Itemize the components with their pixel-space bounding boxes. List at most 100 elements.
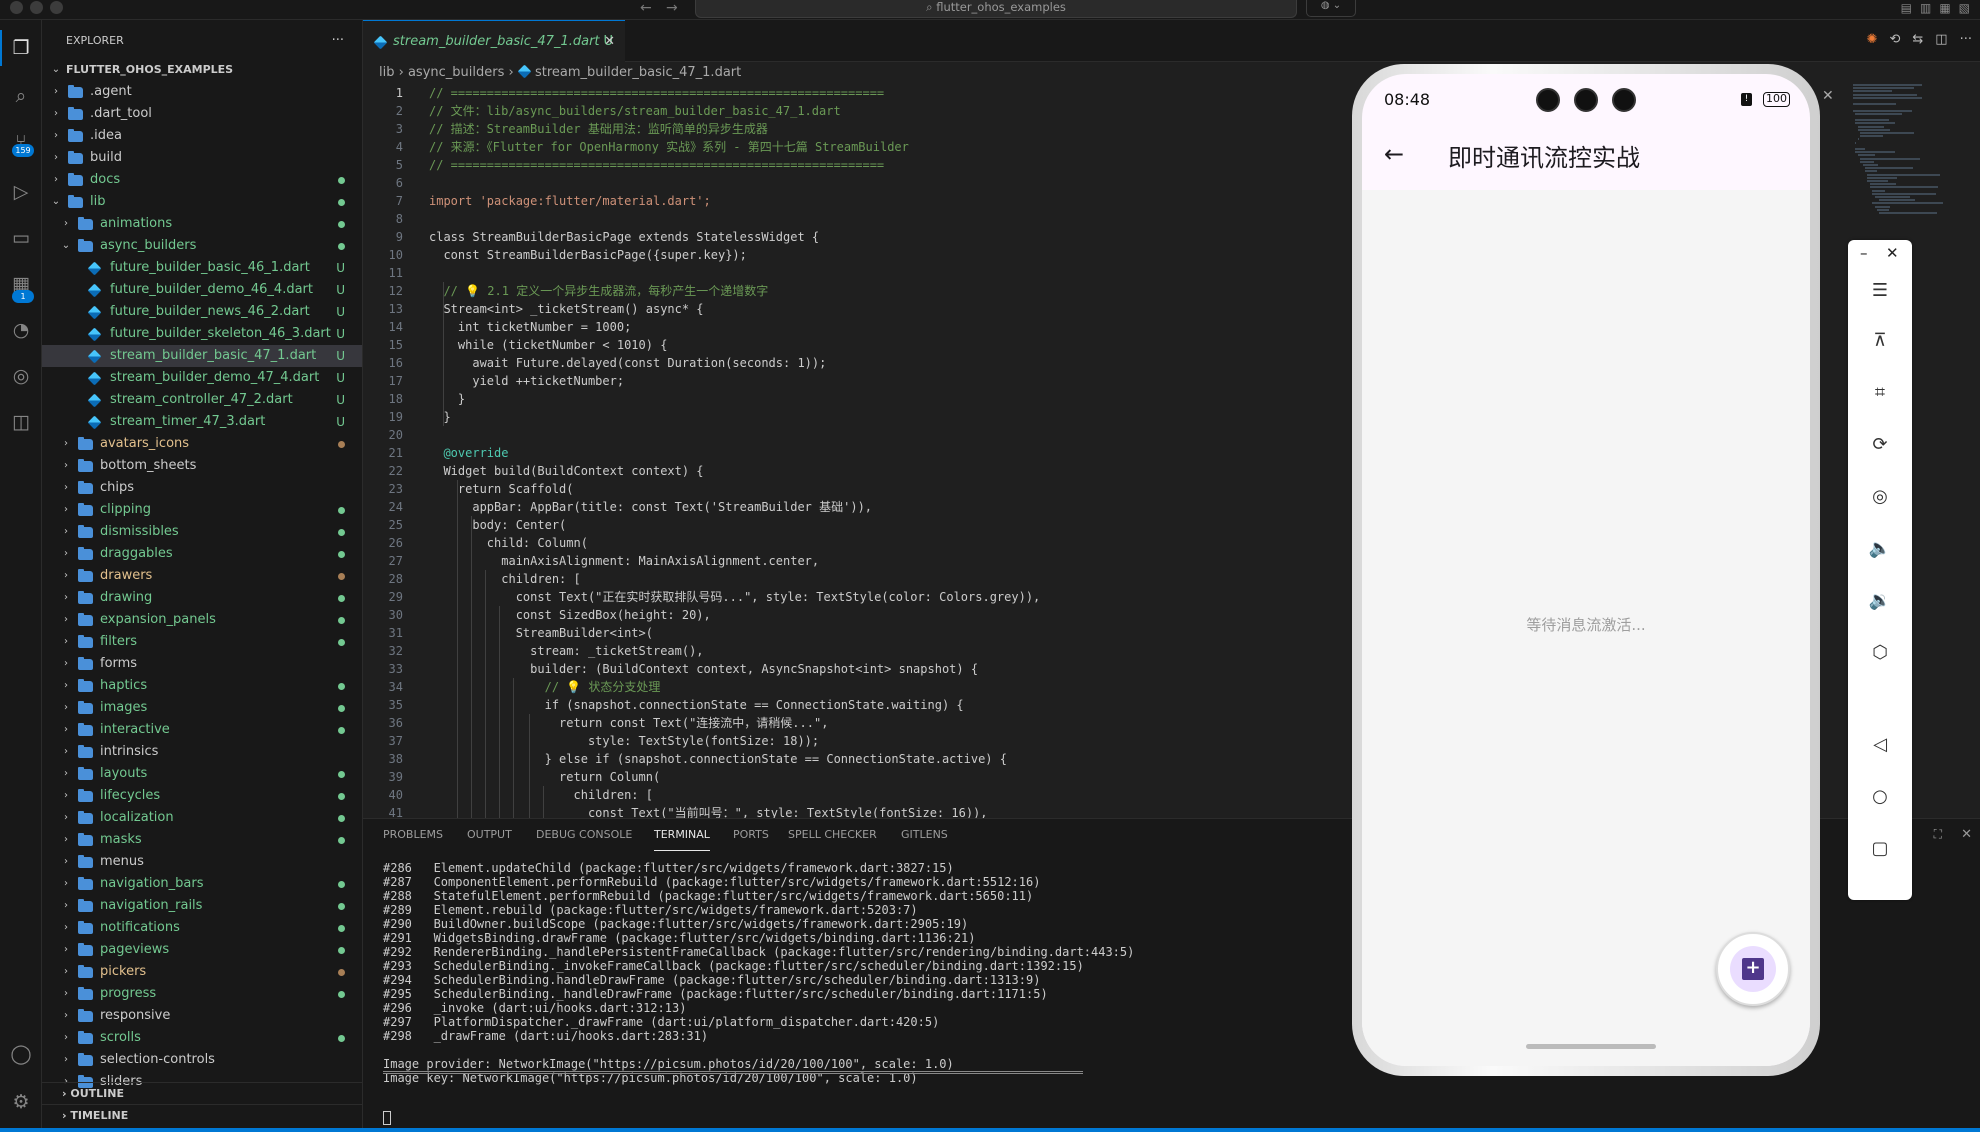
- screenshot-icon[interactable]: ◎: [1848, 482, 1912, 512]
- rotate-icon[interactable]: ⟳: [1848, 430, 1912, 460]
- folder-item[interactable]: › selection-controls: [42, 1049, 362, 1071]
- folder-item[interactable]: › .agent: [42, 81, 362, 103]
- breadcrumb-item[interactable]: stream_builder_basic_47_1.dart: [535, 65, 741, 80]
- folder-item[interactable]: › dismissibles: [42, 521, 362, 543]
- toggle-sidebar-icon[interactable]: ▥: [1920, 1, 1931, 15]
- home-circle-icon[interactable]: ○: [1848, 782, 1912, 812]
- recents-square-icon[interactable]: ▢: [1848, 834, 1912, 864]
- folder-item[interactable]: › chips: [42, 477, 362, 499]
- folder-item[interactable]: › haptics: [42, 675, 362, 697]
- folder-item[interactable]: › layouts: [42, 763, 362, 785]
- flutter-icon[interactable]: ◎: [9, 364, 33, 388]
- folder-item[interactable]: › responsive: [42, 1005, 362, 1027]
- customize-layout-icon[interactable]: ▤: [1901, 1, 1912, 15]
- minimap[interactable]: [1853, 84, 1943, 224]
- shake-icon[interactable]: ⬡: [1848, 638, 1912, 668]
- command-center-search[interactable]: ⌕ flutter_ohos_examples: [695, 0, 1297, 18]
- folder-item[interactable]: › drawers: [42, 565, 362, 587]
- folder-item[interactable]: › notifications: [42, 917, 362, 939]
- folder-item[interactable]: › scrolls: [42, 1027, 362, 1049]
- folder-item[interactable]: › menus: [42, 851, 362, 873]
- split-editor-icon[interactable]: ◫: [1935, 32, 1947, 47]
- folder-item[interactable]: › interactive: [42, 719, 362, 741]
- folder-item[interactable]: › animations: [42, 213, 362, 235]
- folder-item[interactable]: › draggables: [42, 543, 362, 565]
- compare-icon[interactable]: ⇆: [1912, 32, 1923, 47]
- folder-item[interactable]: › intrinsics: [42, 741, 362, 763]
- folder-item[interactable]: › .idea: [42, 125, 362, 147]
- gitlens-icon[interactable]: ◔: [9, 318, 33, 342]
- folder-item[interactable]: › bottom_sheets: [42, 455, 362, 477]
- home-indicator[interactable]: [1526, 1044, 1656, 1049]
- folder-item[interactable]: › progress: [42, 983, 362, 1005]
- more-actions-icon[interactable]: ···: [1960, 32, 1972, 47]
- workspace-root[interactable]: ⌄ FLUTTER_OHOS_EXAMPLES: [42, 59, 362, 81]
- breadcrumb-item[interactable]: lib: [379, 65, 394, 80]
- folder-item[interactable]: › .dart_tool: [42, 103, 362, 125]
- maximize-window-button[interactable]: [50, 1, 63, 14]
- folder-item[interactable]: › images: [42, 697, 362, 719]
- folder-item[interactable]: › build: [42, 147, 362, 169]
- file-item[interactable]: future_builder_demo_46_4.dart U: [42, 279, 362, 301]
- volume-up-icon[interactable]: 🔈: [1848, 534, 1912, 564]
- file-item[interactable]: stream_builder_demo_47_4.dart U: [42, 367, 362, 389]
- panel-tab-debug-console[interactable]: DEBUG CONSOLE: [536, 819, 632, 851]
- back-arrow-icon[interactable]: ←: [1384, 140, 1404, 168]
- panel-tab-problems[interactable]: PROBLEMS: [383, 819, 443, 851]
- maximize-panel-icon[interactable]: ⛶: [1934, 827, 1942, 842]
- folder-item[interactable]: ⌄ async_builders: [42, 235, 362, 257]
- minimize-window-button[interactable]: [30, 1, 43, 14]
- crop-icon[interactable]: ⌗: [1848, 378, 1912, 408]
- copilot-button[interactable]: ◍ ⌄: [1306, 0, 1356, 17]
- close-icon[interactable]: ✕: [1886, 244, 1899, 262]
- panel-tab-terminal[interactable]: TERMINAL: [654, 819, 710, 851]
- close-tab-icon[interactable]: ✕: [604, 21, 615, 63]
- file-item[interactable]: future_builder_basic_46_1.dart U: [42, 257, 362, 279]
- terminal-output[interactable]: #286 Element.updateChild (package:flutte…: [383, 861, 1134, 1085]
- flutter-sun-icon[interactable]: ✺: [1867, 32, 1878, 47]
- file-item[interactable]: stream_timer_47_3.dart U: [42, 411, 362, 433]
- folder-item[interactable]: › pickers: [42, 961, 362, 983]
- search-icon[interactable]: ⌕: [9, 84, 33, 108]
- close-panel-icon[interactable]: ✕: [1961, 827, 1972, 842]
- volume-down-icon[interactable]: 🔉: [1848, 586, 1912, 616]
- file-item[interactable]: stream_controller_47_2.dart U: [42, 389, 362, 411]
- remote-explorer-icon[interactable]: ▭: [9, 226, 33, 250]
- menu-icon[interactable]: ☰: [1848, 276, 1912, 306]
- toggle-secondary-sidebar-icon[interactable]: ▧: [1959, 1, 1970, 15]
- back-triangle-icon[interactable]: ◁: [1848, 730, 1912, 760]
- panel-tab-gitlens[interactable]: GITLENS: [901, 819, 948, 851]
- toggle-panel-icon[interactable]: ▦: [1939, 1, 1950, 15]
- folder-item[interactable]: › expansion_panels: [42, 609, 362, 631]
- timeline-section[interactable]: › TIMELINE: [42, 1104, 362, 1126]
- folder-item[interactable]: › clipping: [42, 499, 362, 521]
- run-debug-icon[interactable]: ▷: [9, 180, 33, 204]
- settings-gear-icon[interactable]: ⚙: [9, 1090, 33, 1114]
- panel-tab-output[interactable]: OUTPUT: [467, 819, 512, 851]
- pin-top-icon[interactable]: ⊼: [1848, 326, 1912, 356]
- containers-icon[interactable]: ◫: [9, 410, 33, 434]
- folder-item[interactable]: › docs: [42, 169, 362, 191]
- close-emulator-icon[interactable]: ✕: [1822, 88, 1834, 104]
- breadcrumb-item[interactable]: async_builders: [408, 65, 504, 80]
- editor-tab-active[interactable]: stream_builder_basic_47_1.dart U ✕: [363, 20, 625, 62]
- panel-tab-ports[interactable]: PORTS: [733, 819, 769, 851]
- folder-item[interactable]: › masks: [42, 829, 362, 851]
- code-editor[interactable]: 1 // ====================================…: [363, 84, 1363, 818]
- folder-item[interactable]: › navigation_rails: [42, 895, 362, 917]
- folder-item[interactable]: › pageviews: [42, 939, 362, 961]
- file-item[interactable]: future_builder_news_46_2.dart U: [42, 301, 362, 323]
- folder-item[interactable]: › localization: [42, 807, 362, 829]
- folder-item[interactable]: › navigation_bars: [42, 873, 362, 895]
- explorer-icon[interactable]: ❐: [0, 30, 33, 66]
- more-actions-icon[interactable]: ···: [332, 29, 344, 53]
- folder-item[interactable]: › lifecycles: [42, 785, 362, 807]
- forward-arrow-icon[interactable]: →: [666, 0, 678, 16]
- panel-tab-spell-checker[interactable]: SPELL CHECKER: [788, 819, 877, 851]
- outline-section[interactable]: › OUTLINE: [42, 1082, 362, 1104]
- account-icon[interactable]: ◯: [9, 1042, 33, 1066]
- history-icon[interactable]: ⟲: [1889, 32, 1900, 47]
- file-item[interactable]: future_builder_skeleton_46_3.dart U: [42, 323, 362, 345]
- minimize-icon[interactable]: –: [1860, 244, 1868, 262]
- folder-item[interactable]: › forms: [42, 653, 362, 675]
